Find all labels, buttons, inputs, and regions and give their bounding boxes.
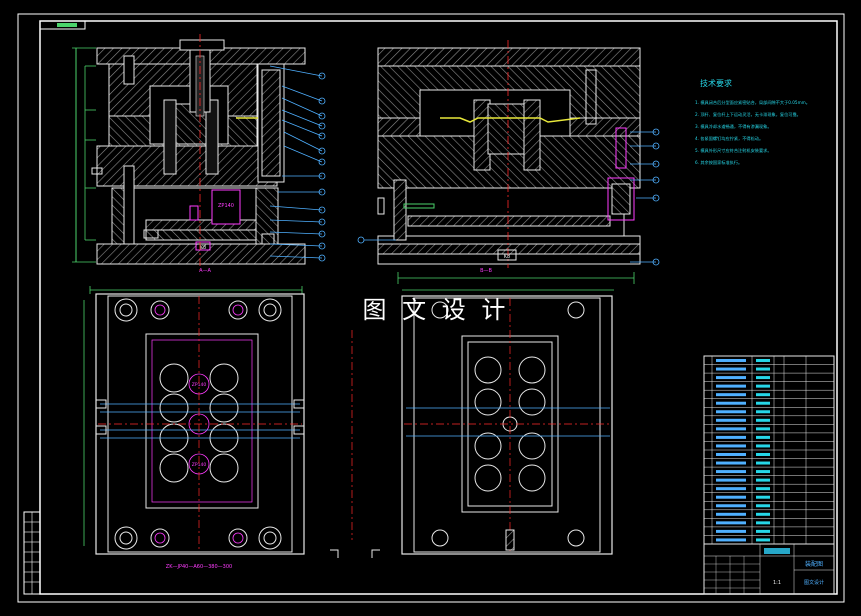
parts-row-mark (756, 495, 770, 499)
tech-req-line-5: 5. 模具外形尺寸应符合注射机安装要求。 (695, 147, 772, 154)
parts-row-mark (716, 512, 746, 516)
mold-assembly-drawing: ZP140 K8 A—A K8 B—B ZP140 ZP140 ZK—JP40—… (17, 13, 845, 603)
plan-view-left: ZP140 ZP140 ZK—JP40—A60—380—300 (83, 286, 305, 570)
title-company: 图文设计 (804, 579, 824, 586)
parts-row-mark (756, 512, 770, 516)
title-drawing-name: 装配图 (805, 560, 823, 568)
parts-row-mark (756, 393, 770, 397)
section-b-view: K8 B—B (357, 40, 660, 284)
plan-view-right (401, 289, 614, 555)
parts-row-mark (716, 435, 746, 439)
parts-row-mark (756, 461, 770, 465)
plan-view-caption: ZK—JP40—A60—380—300 (166, 564, 232, 570)
parts-row-mark (716, 418, 746, 422)
parts-row-mark (716, 444, 746, 448)
parts-row-mark (716, 393, 746, 397)
parts-row-mark (756, 504, 770, 508)
parts-row-mark (716, 401, 746, 405)
technical-requirements: 技术要求 1. 模具闭合后分型面应紧密贴合，局部间隙不大于0.05mm。 2. … (695, 78, 810, 166)
parts-row-mark (716, 427, 746, 431)
parts-row-mark (756, 538, 770, 542)
parts-row-mark (756, 435, 770, 439)
parts-row-mark (756, 358, 770, 362)
parts-row-mark (716, 538, 746, 542)
parts-row-mark (716, 367, 746, 371)
svg-text:ZP140: ZP140 (218, 203, 234, 209)
tech-req-line-2: 2. 顶杆、复位杆上下运动灵活，无卡滞现象，复位可靠。 (695, 111, 801, 118)
parts-row-mark (756, 444, 770, 448)
parts-row-mark (716, 478, 746, 482)
parts-row-mark (716, 529, 746, 533)
parts-row-mark (716, 384, 746, 388)
parts-row-mark (756, 410, 770, 414)
parts-row-mark (756, 478, 770, 482)
parts-row-mark (716, 487, 746, 491)
parts-row-mark (716, 410, 746, 414)
parts-row-mark (756, 418, 770, 422)
parts-list (703, 355, 835, 545)
parts-row-mark (756, 384, 770, 388)
parts-row-mark (756, 487, 770, 491)
parts-row-mark (716, 504, 746, 508)
parts-row-mark (756, 529, 770, 533)
parts-row-mark (716, 521, 746, 525)
section-b-caption: B—B (480, 268, 492, 274)
tech-req-line-1: 1. 模具闭合后分型面应紧密贴合，局部间隙不大于0.05mm。 (695, 99, 810, 106)
parts-row-mark (716, 376, 746, 380)
svg-text:K8: K8 (504, 254, 510, 260)
section-a-view: ZP140 K8 A—A (72, 34, 326, 274)
watermark-text: 图 文 设 计 (363, 296, 510, 324)
parts-row-mark (756, 401, 770, 405)
svg-text:K8: K8 (200, 245, 206, 251)
tech-req-line-3: 3. 模具冷却水道畅通，不得有渗漏现象。 (695, 123, 772, 130)
title-scale: 1:1 (773, 580, 781, 586)
tech-req-title: 技术要求 (700, 78, 732, 88)
tech-req-line-4: 4. 各紧固螺钉均应拧紧，不得松动。 (695, 135, 763, 142)
parts-row-mark (756, 367, 770, 371)
title-block: 装配图 图文设计 1:1 (703, 543, 835, 595)
parts-row-mark (756, 452, 770, 456)
parts-row-mark (716, 452, 746, 456)
parts-row-mark (756, 376, 770, 380)
parts-row-mark (716, 470, 746, 474)
section-a-caption: A—A (199, 268, 211, 274)
parts-row-mark (756, 521, 770, 525)
parts-row-mark (756, 470, 770, 474)
parts-row-mark (716, 461, 746, 465)
parts-row-mark (716, 358, 746, 362)
tech-req-line-6: 6. 其余按国家标准执行。 (695, 159, 742, 166)
parts-row-mark (756, 427, 770, 431)
parts-row-mark (716, 495, 746, 499)
